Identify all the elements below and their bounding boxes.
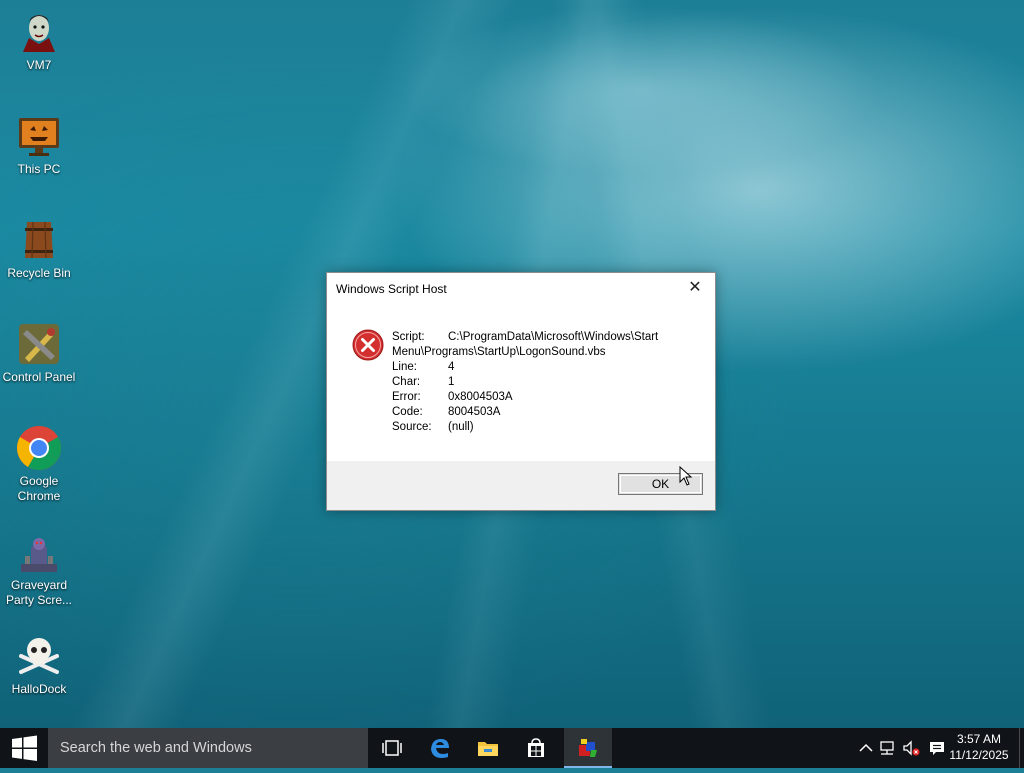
file-explorer-icon <box>478 742 498 756</box>
desktop-icon-label: HalloDock <box>11 682 67 696</box>
pumpkin-monitor-icon <box>19 118 59 156</box>
script-host-taskbar-button[interactable] <box>564 728 612 768</box>
skull-crossbones-icon <box>19 638 59 674</box>
detail-value: 0x8004503A <box>448 391 513 403</box>
chevron-up-icon[interactable] <box>857 739 875 757</box>
desktop-icon-google-chrome[interactable]: Google Chrome <box>2 424 76 504</box>
desktop-icon-this-pc[interactable]: This PC <box>2 112 76 177</box>
desktop-icon-hallodock[interactable]: HalloDock <box>2 632 76 697</box>
detail-value: 1 <box>448 376 455 388</box>
desktop-icon-graveyard-party[interactable]: Graveyard Party Scre... <box>2 528 76 608</box>
start-button[interactable] <box>0 728 48 768</box>
detail-value: Menu\Programs\StartUp\LogonSound.vbs <box>392 346 606 358</box>
taskbar-clock[interactable]: 3:57 AM 11/12/2025 <box>944 731 1014 763</box>
detail-row-char: Char: 1 <box>392 375 692 390</box>
wooden-barrel-icon <box>25 221 53 259</box>
taskbar: Search the web and Windows 3:57 AM 11/12… <box>0 728 1024 768</box>
edge-icon <box>431 739 449 758</box>
desktop-icon-label: Graveyard Party Scre... <box>5 578 73 607</box>
detail-key: Code: <box>392 406 423 418</box>
clock-date: 11/12/2025 <box>949 748 1009 762</box>
detail-value: (null) <box>448 421 474 433</box>
search-box[interactable]: Search the web and Windows <box>48 728 368 768</box>
desktop-icon-vm7[interactable]: VM7 <box>2 8 76 73</box>
store-button[interactable] <box>512 728 560 768</box>
desktop-icon-label: Recycle Bin <box>7 266 71 280</box>
detail-key: Error: <box>392 391 421 403</box>
detail-value: 4 <box>448 361 455 373</box>
show-desktop-button[interactable] <box>1019 728 1024 768</box>
script-host-error-dialog: Windows Script Host ✕ Script: C:\Program… <box>326 272 716 511</box>
graveyard-ghoul-icon <box>21 538 57 572</box>
dialog-title: Windows Script Host <box>336 282 447 296</box>
script-host-icon <box>579 739 597 757</box>
error-icon <box>352 329 384 361</box>
detail-key: Script: <box>392 331 425 343</box>
dialog-footer: OK <box>327 461 715 510</box>
detail-row-script-cont: Menu\Programs\StartUp\LogonSound.vbs <box>392 345 692 360</box>
file-explorer-button[interactable] <box>464 728 512 768</box>
desktop-icon-label: Google Chrome <box>17 474 61 503</box>
detail-row-error: Error: 0x8004503A <box>392 390 692 405</box>
tools-icon <box>19 324 59 364</box>
detail-row-source: Source: (null) <box>392 420 692 435</box>
chrome-icon <box>17 426 61 470</box>
desktop-icon-label: VM7 <box>26 58 52 72</box>
detail-value: C:\ProgramData\Microsoft\Windows\Start <box>448 331 659 343</box>
mouse-cursor-icon <box>679 466 693 486</box>
detail-row-code: Code: 8004503A <box>392 405 692 420</box>
store-icon <box>528 738 544 757</box>
detail-key: Source: <box>392 421 432 433</box>
task-view-button[interactable] <box>368 728 416 768</box>
edge-button[interactable] <box>416 728 464 768</box>
detail-row-line: Line: 4 <box>392 360 692 375</box>
detail-row-script: Script: C:\ProgramData\Microsoft\Windows… <box>392 330 692 345</box>
desktop-icon-control-panel[interactable]: Control Panel <box>2 320 76 385</box>
clock-time: 3:57 AM <box>956 732 1002 746</box>
detail-key: Char: <box>392 376 421 388</box>
close-button[interactable]: ✕ <box>681 277 709 299</box>
error-details: Script: C:\ProgramData\Microsoft\Windows… <box>392 330 692 435</box>
volume-muted-icon[interactable] <box>902 739 920 757</box>
desktop-icon-recycle-bin[interactable]: Recycle Bin <box>2 216 76 281</box>
detail-key: Line: <box>392 361 417 373</box>
network-icon[interactable] <box>879 739 897 757</box>
windows-logo-icon <box>12 735 37 761</box>
desktop-icon-label: Control Panel <box>2 370 76 384</box>
desktop-icon-label: This PC <box>17 162 61 176</box>
task-view-icon <box>382 740 402 756</box>
detail-value: 8004503A <box>448 406 501 418</box>
vampire-avatar-icon <box>23 15 55 52</box>
